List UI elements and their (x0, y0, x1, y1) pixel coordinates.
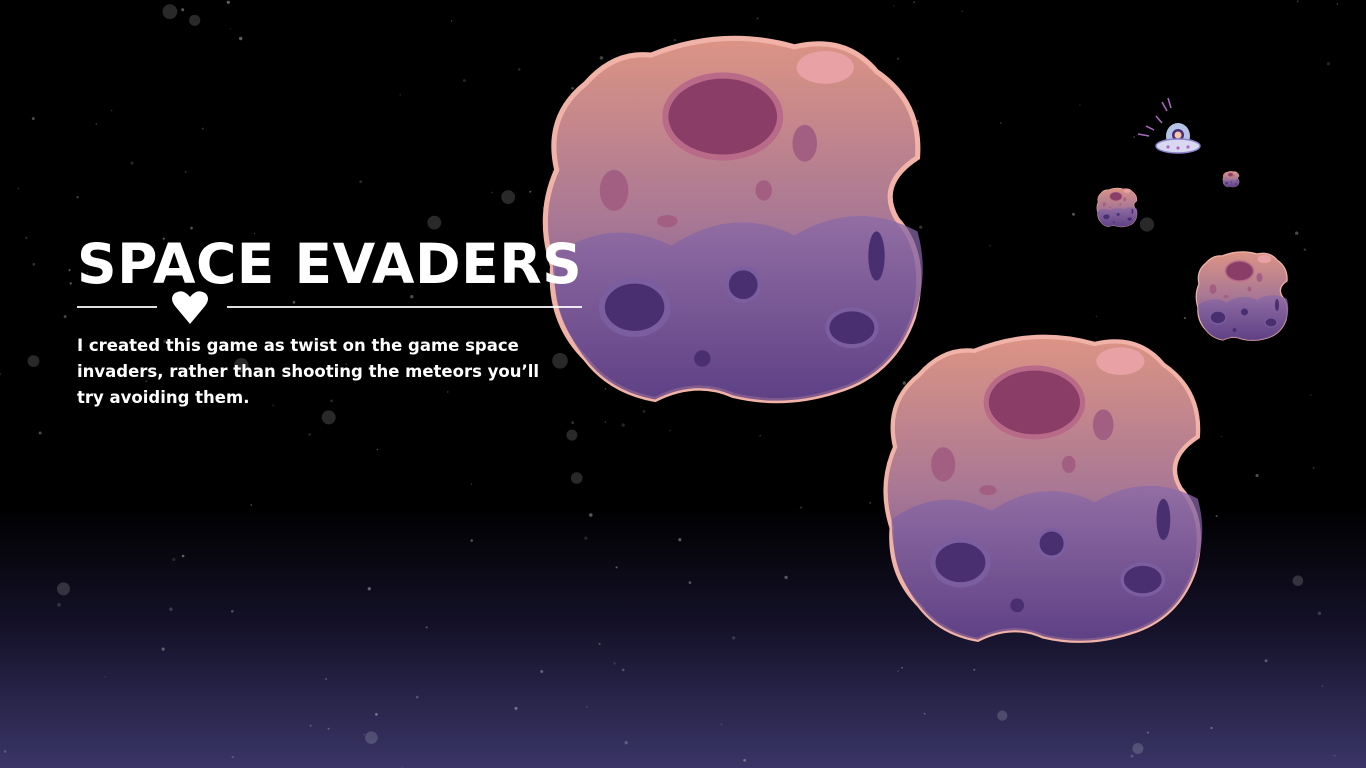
small-meteor (1195, 251, 1290, 342)
large-meteor (545, 38, 922, 400)
tiny-meteor-far (1222, 171, 1240, 188)
large-meteor-lower (886, 337, 1203, 641)
ufo-astronaut-icon (1137, 97, 1201, 154)
tiny-meteor (1096, 187, 1138, 228)
game-title: SPACE EVADERS (77, 232, 583, 296)
heart-icon (172, 291, 208, 324)
game-description: I created this game as twist on the game… (77, 336, 540, 407)
title-divider (77, 291, 582, 324)
